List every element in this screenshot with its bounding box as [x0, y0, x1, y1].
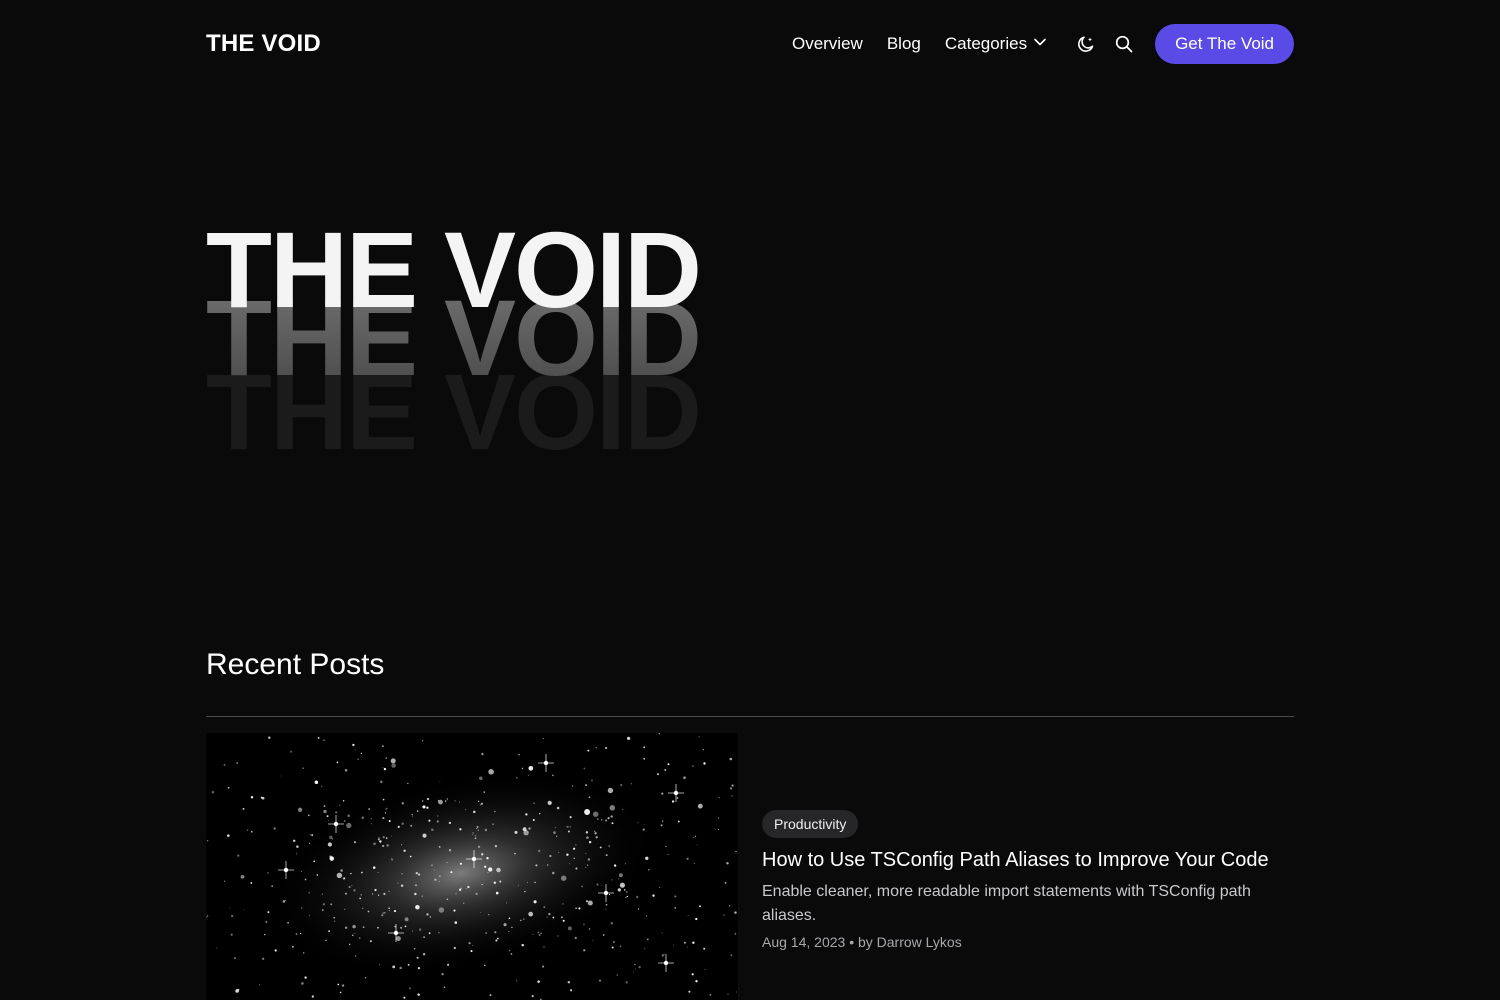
post-author[interactable]: Darrow Lykos — [877, 934, 962, 950]
nav-link-overview[interactable]: Overview — [792, 34, 863, 54]
post-meta: Aug 14, 2023 • by Darrow Lykos — [762, 934, 1294, 950]
site-logo[interactable]: THE VOID — [206, 30, 321, 58]
post-title[interactable]: How to Use TSConfig Path Aliases to Impr… — [762, 849, 1294, 872]
post-excerpt: Enable cleaner, more readable import sta… — [762, 883, 1251, 924]
post-thumbnail[interactable] — [206, 733, 738, 1000]
starfield-image — [206, 733, 738, 1000]
search-icon[interactable] — [1113, 33, 1135, 55]
site-header: THE VOID Overview Blog Categories Get Th… — [206, 24, 1294, 64]
get-the-void-button[interactable]: Get The Void — [1155, 24, 1294, 64]
category-badge[interactable]: Productivity — [762, 810, 859, 838]
post-author-prefix: • by — [849, 934, 873, 950]
main-nav: Overview Blog Categories Get The Void — [792, 24, 1294, 64]
nav-categories-label: Categories — [944, 34, 1028, 53]
post-card: Productivity How to Use TSConfig Path Al… — [762, 810, 1294, 950]
hero: THE VOID THE VOID THE VOID — [206, 208, 826, 466]
recent-posts-heading: Recent Posts — [206, 648, 385, 681]
chevron-down-icon — [1033, 34, 1047, 54]
hero-title: THE VOID — [206, 209, 702, 330]
section-divider — [206, 716, 1294, 717]
moon-icon[interactable] — [1075, 33, 1097, 55]
nav-categories-dropdown[interactable]: Categories — [945, 34, 1047, 54]
post-date: Aug 14, 2023 — [762, 934, 846, 950]
nav-link-blog[interactable]: Blog — [887, 34, 921, 54]
